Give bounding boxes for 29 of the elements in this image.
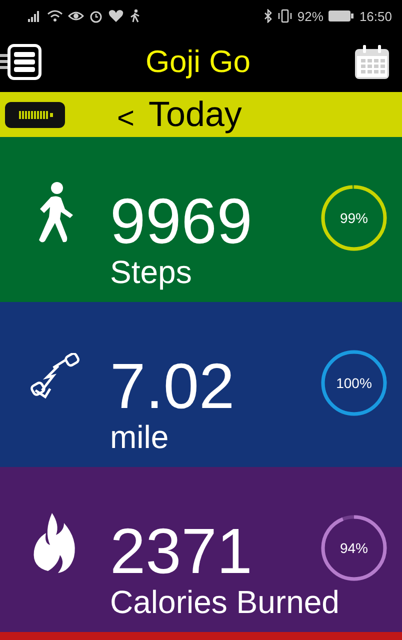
- band-device-icon: [5, 102, 65, 128]
- progress-percent: 100%: [336, 375, 372, 391]
- menu-button[interactable]: [0, 44, 42, 80]
- alarm-icon: [89, 9, 103, 23]
- metric-unit: Steps: [110, 254, 192, 290]
- progress-ring: [319, 183, 389, 253]
- heart-icon: [108, 9, 124, 23]
- battery-icon: [328, 10, 354, 22]
- metric-unit: mile: [110, 418, 169, 454]
- clock-time: 16:50: [359, 8, 392, 24]
- metric-value: 2371: [110, 518, 252, 584]
- progress-percent: 99%: [340, 210, 368, 226]
- walking-icon: [129, 9, 141, 23]
- calendar-button[interactable]: [354, 44, 390, 80]
- metric-value: 7.02: [110, 352, 235, 418]
- app-title: Goji Go: [145, 44, 251, 80]
- progress-ring: [319, 348, 389, 418]
- metric-unit: Calories Burned: [110, 584, 340, 620]
- metric-value: 9969: [110, 188, 252, 254]
- bluetooth-icon: [263, 9, 274, 23]
- vibrate-icon: [278, 9, 292, 23]
- progress-percent: 94%: [340, 540, 368, 556]
- eye-icon: [68, 10, 84, 22]
- day-label: Today: [148, 94, 242, 134]
- wifi-icon: [47, 10, 63, 22]
- signal-icon: [28, 10, 42, 22]
- back-button[interactable]: <: [117, 104, 135, 134]
- progress-ring: [319, 513, 389, 583]
- battery-percent: 92%: [297, 8, 324, 24]
